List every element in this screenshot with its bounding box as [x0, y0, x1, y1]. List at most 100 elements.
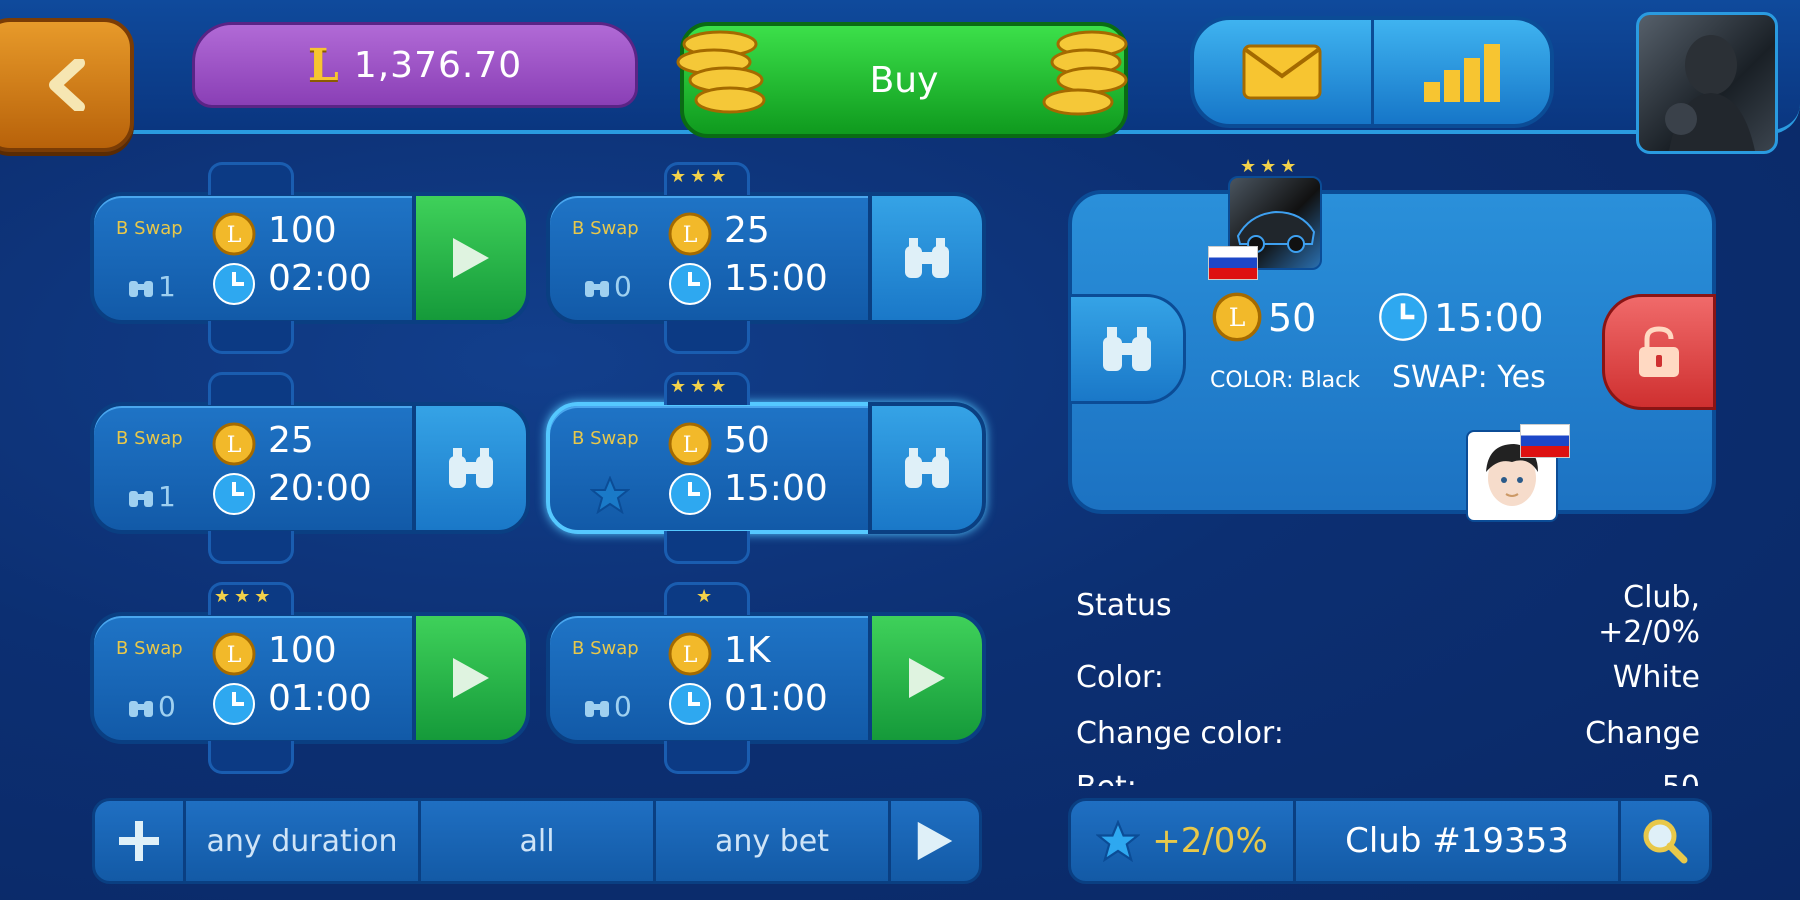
clock-icon: [1379, 293, 1427, 341]
detail-time: 15:00: [1434, 296, 1544, 340]
profile-picture-icon: [1665, 35, 1755, 151]
time-control: 15:00: [724, 258, 828, 299]
clock-icon: [669, 263, 711, 305]
game-mode-label: B Swap: [572, 218, 639, 239]
tile-tab: [208, 162, 294, 195]
tile-tab: [664, 321, 750, 354]
watchers-count: 1: [128, 270, 176, 303]
type-filter[interactable]: all: [418, 801, 653, 881]
clock-icon: [213, 473, 255, 515]
detail-color: COLOR: Black: [1210, 368, 1361, 393]
watchers-count: 1: [128, 480, 176, 513]
play-button[interactable]: [412, 192, 530, 324]
svg-text:L: L: [683, 643, 698, 668]
svg-text:L: L: [227, 223, 242, 248]
tile-tab: [664, 531, 750, 564]
time-control: 01:00: [724, 678, 828, 719]
bet-amount: 50: [724, 420, 770, 461]
game-mode-label: B Swap: [116, 218, 183, 239]
info-value: 50: [1662, 770, 1700, 786]
svg-text:L: L: [227, 433, 242, 458]
currency-icon: L: [307, 39, 340, 91]
info-label: Bet:: [1076, 770, 1137, 786]
balance-amount: 1,376.70: [353, 44, 523, 86]
game-detail-panel: ★★★ L 50 15:00 COLOR: Black SWAP: Yes: [1068, 156, 1716, 522]
bet-filter[interactable]: any bet: [653, 801, 888, 881]
coin-icon: L: [668, 422, 712, 466]
rating-stars: ★★★: [670, 166, 731, 187]
buy-button[interactable]: Buy: [676, 22, 1128, 138]
lock-open-icon: [1639, 326, 1679, 377]
search-icon: [1643, 819, 1688, 864]
game-tile[interactable]: B Swap 1 L 25 20:00: [90, 372, 530, 564]
info-row-status: Status Club, +2/0%: [1076, 580, 1700, 650]
info-value: White: [1612, 660, 1700, 695]
play-icon: [453, 658, 489, 698]
star-icon: [1096, 820, 1141, 862]
game-tile[interactable]: B Swap 1 L 100 02:00: [90, 162, 530, 354]
bet-amount: 1K: [724, 630, 771, 671]
coin-icon: L: [212, 212, 256, 256]
quick-play-button[interactable]: [888, 801, 979, 881]
rating-stars: ★★★: [214, 586, 275, 607]
chevron-left-icon: [49, 59, 85, 111]
bet-amount: 25: [724, 210, 770, 251]
watch-game-button[interactable]: [1068, 294, 1186, 404]
game-mode-label: B Swap: [572, 428, 639, 449]
game-tile[interactable]: ★ B Swap 0 L 1K 01:00: [546, 582, 986, 774]
opponent-rating-stars: ★★★: [1240, 156, 1301, 177]
info-row-change-color: Change color: Change: [1076, 716, 1700, 751]
watchers-count: 0: [584, 690, 632, 723]
watch-button[interactable]: [868, 402, 986, 534]
info-row-color: Color: White: [1076, 660, 1700, 695]
binoculars-icon: [905, 448, 949, 488]
rating-stars: ★: [696, 586, 717, 607]
bar-chart-icon: [1423, 44, 1500, 102]
play-button[interactable]: [868, 612, 986, 744]
game-tile[interactable]: ★★★ B Swap 0 L 25 15:00: [546, 162, 986, 354]
create-game-button[interactable]: [95, 801, 183, 881]
watchers-count: 0: [584, 270, 632, 303]
bet-amount: 100: [268, 630, 337, 671]
game-tile[interactable]: ★★★ B Swap 0 L 100 01:00: [90, 582, 530, 774]
star-icon: [590, 476, 630, 514]
watch-button[interactable]: [412, 402, 530, 534]
play-icon: [909, 658, 945, 698]
game-mode-label: B Swap: [572, 638, 639, 659]
play-button[interactable]: [412, 612, 530, 744]
binoculars-icon: [585, 280, 609, 297]
rating-stars: ★★★: [670, 376, 731, 397]
tile-tab: [664, 741, 750, 774]
coins-left-icon: [676, 30, 766, 114]
change-color-link[interactable]: Change: [1585, 716, 1700, 751]
binoculars-icon: [585, 700, 609, 717]
club-bar: +2/0% Club #19353: [1068, 798, 1712, 884]
svg-text:L: L: [227, 643, 242, 668]
club-search-button[interactable]: [1618, 801, 1709, 881]
watch-button[interactable]: [868, 192, 986, 324]
back-button[interactable]: [0, 18, 134, 152]
binoculars-icon: [1103, 327, 1151, 371]
club-bonus-value: +2/0%: [1152, 821, 1268, 861]
bet-amount: 100: [268, 210, 337, 251]
tile-tab: [208, 741, 294, 774]
game-tile-selected[interactable]: ★★★ B Swap L 50 15:00: [546, 372, 986, 564]
mail-button[interactable]: [1194, 20, 1371, 124]
private-lock-button[interactable]: [1602, 294, 1716, 410]
leaderboard-button[interactable]: [1370, 20, 1551, 124]
binoculars-icon: [905, 238, 949, 278]
bet-amount: 25: [268, 420, 314, 461]
profile-avatar[interactable]: [1636, 12, 1778, 154]
info-label: Status: [1076, 588, 1172, 623]
binoculars-icon: [129, 490, 153, 507]
duration-filter[interactable]: any duration: [183, 801, 418, 881]
game-mode-label: B Swap: [116, 638, 183, 659]
club-bonus[interactable]: +2/0%: [1071, 801, 1293, 881]
coin-icon: L: [212, 422, 256, 466]
time-control: 15:00: [724, 468, 828, 509]
mail-icon: [1242, 44, 1322, 100]
club-name[interactable]: Club #19353: [1293, 801, 1618, 881]
svg-text:L: L: [683, 223, 698, 248]
player-flag-icon: [1520, 424, 1570, 458]
detail-swap: SWAP: Yes: [1392, 360, 1546, 395]
